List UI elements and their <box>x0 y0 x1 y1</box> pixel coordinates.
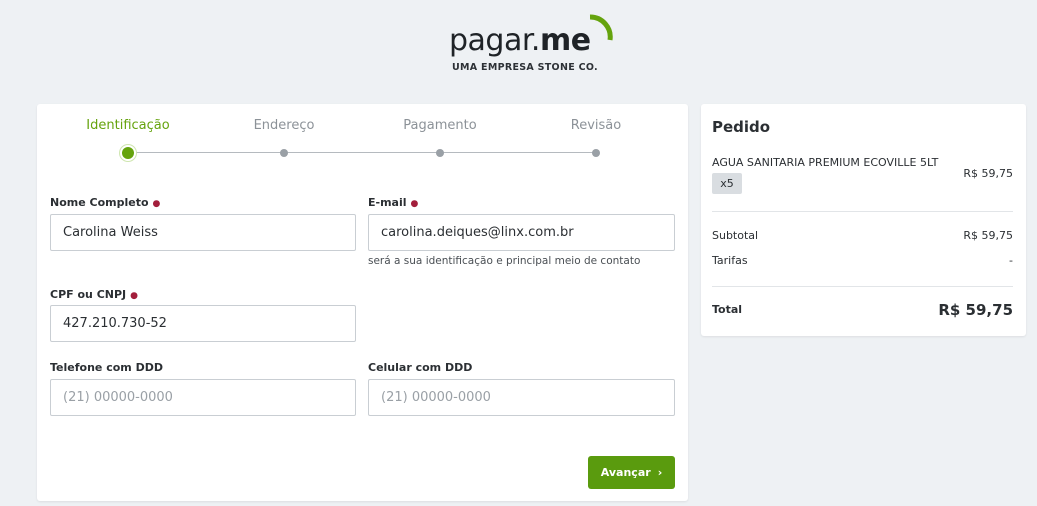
step-dot-pagamento <box>436 149 444 157</box>
email-label: E-mail ● <box>368 196 418 209</box>
subtotal-label: Subtotal <box>712 229 759 242</box>
required-marker: ● <box>130 291 138 301</box>
mobile-label: Celular com DDD <box>368 361 473 374</box>
step-dot-revisao <box>592 149 600 157</box>
email-label-text: E-mail <box>368 196 407 209</box>
total-value: R$ 59,75 <box>938 301 1013 319</box>
email-help-text: será a sua identificação e principal mei… <box>368 255 641 267</box>
step-pagamento[interactable]: Pagamento <box>403 118 476 133</box>
order-divider <box>712 211 1013 212</box>
checkout-form-card: Identificação Endereço Pagamento Revisão… <box>37 104 688 501</box>
mobile-input[interactable] <box>368 379 675 416</box>
step-revisao[interactable]: Revisão <box>571 118 621 133</box>
full-name-label: Nome Completo ● <box>50 196 160 209</box>
step-dot-identificacao <box>122 147 134 159</box>
advance-button[interactable]: Avançar › <box>588 456 675 489</box>
step-dot-endereco <box>280 149 288 157</box>
logo-arc-icon <box>589 14 613 41</box>
required-marker: ● <box>410 199 419 209</box>
chevron-right-icon: › <box>657 466 663 479</box>
advance-button-label: Avançar <box>600 466 651 479</box>
required-marker: ● <box>152 199 161 209</box>
checkout-stepper: Identificação Endereço Pagamento Revisão <box>37 104 688 174</box>
order-summary-card: Pedido AGUA SANITARIA PREMIUM ECOVILLE 5… <box>701 104 1026 336</box>
order-item-qty-badge: x5 <box>712 173 742 194</box>
step-identificacao[interactable]: Identificação <box>86 118 169 133</box>
cpf-label-text: CPF ou CNPJ <box>50 288 127 301</box>
logo-subtitle: UMA EMPRESA STONE CO. <box>452 62 598 73</box>
order-divider <box>712 286 1013 287</box>
subtotal-value: R$ 59,75 <box>963 229 1013 242</box>
phone-label: Telefone com DDD <box>50 361 163 374</box>
phone-input[interactable] <box>50 379 356 416</box>
email-input[interactable] <box>368 214 675 251</box>
fees-label: Tarifas <box>712 254 748 267</box>
order-title: Pedido <box>712 118 771 136</box>
logo-word-pagar: pagar. <box>449 23 540 58</box>
cpf-label: CPF ou CNPJ ● <box>50 288 138 301</box>
pagarme-logo: pagar.me UMA EMPRESA STONE CO. <box>449 14 619 74</box>
logo-word-me: me <box>539 23 591 58</box>
stepper-line <box>128 152 596 153</box>
full-name-input[interactable] <box>50 214 356 251</box>
total-label: Total <box>712 303 743 316</box>
fees-value: - <box>1009 254 1013 267</box>
step-endereco[interactable]: Endereço <box>254 118 315 133</box>
full-name-label-text: Nome Completo <box>50 196 149 209</box>
order-item-name: AGUA SANITARIA PREMIUM ECOVILLE 5LT <box>712 156 939 169</box>
cpf-input[interactable] <box>50 305 356 342</box>
order-item-price: R$ 59,75 <box>963 167 1013 180</box>
logo-wordmark: pagar.me <box>449 22 591 60</box>
